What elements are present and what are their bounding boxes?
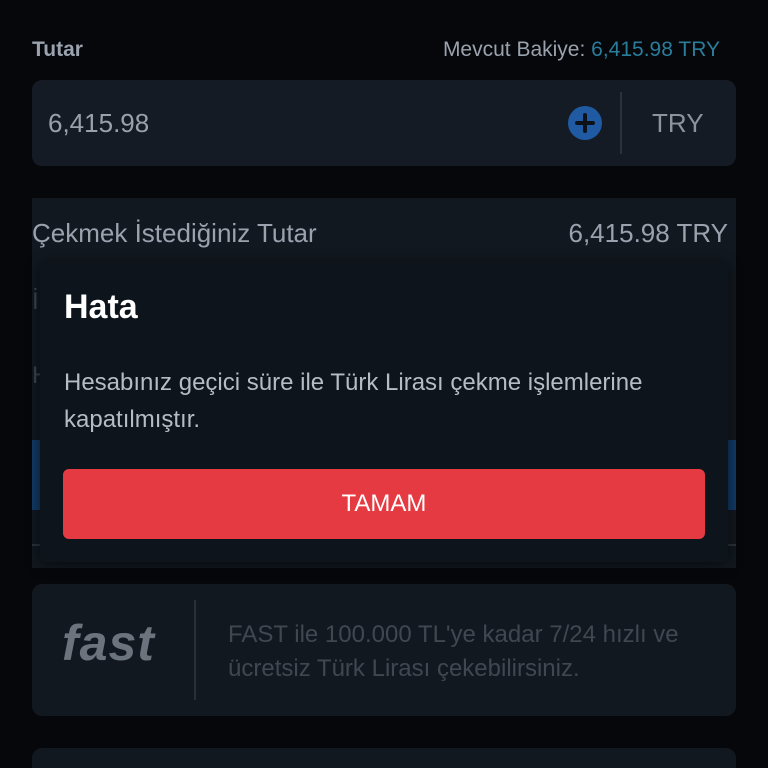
dialog-title: Hata: [64, 288, 138, 326]
currency-label: TRY: [652, 108, 704, 138]
amount-input[interactable]: 6,415.98: [48, 108, 149, 139]
balance-value: 6,415.98 TRY: [591, 38, 720, 61]
amount-input-box[interactable]: 6,415.98 TRY: [32, 80, 736, 166]
amount-divider: [620, 92, 622, 154]
error-dialog: Hata Hesabınız geçici süre ile Türk Lira…: [40, 262, 728, 562]
fast-info-text: FAST ile 100.000 TL'ye kadar 7/24 hızlı …: [228, 621, 679, 682]
withdraw-screen: Tutar Mevcut Bakiye: 6,415.98 TRY 6,415.…: [0, 0, 768, 768]
summary-row-partial-1: İ: [32, 288, 39, 315]
withdraw-amount-label: Çekmek İstediğiniz Tutar: [32, 218, 317, 248]
fast-info-card: fast FAST ile 100.000 TL'ye kadar 7/24 h…: [32, 584, 736, 716]
bottom-card: [32, 748, 736, 768]
amount-label: Tutar: [32, 38, 83, 61]
ok-button[interactable]: TAMAM: [63, 469, 705, 539]
available-balance: Mevcut Bakiye: 6,415.98 TRY: [443, 38, 720, 62]
balance-label: Mevcut Bakiye:: [442, 38, 586, 61]
withdraw-amount-value: 6,415.98 TRY: [568, 218, 729, 248]
fast-divider: [194, 600, 196, 700]
dialog-message: Hesabınız geçici süre ile Türk Lirası çe…: [64, 369, 643, 433]
plus-circle-icon[interactable]: [568, 106, 602, 140]
fast-logo: fast: [62, 615, 155, 671]
